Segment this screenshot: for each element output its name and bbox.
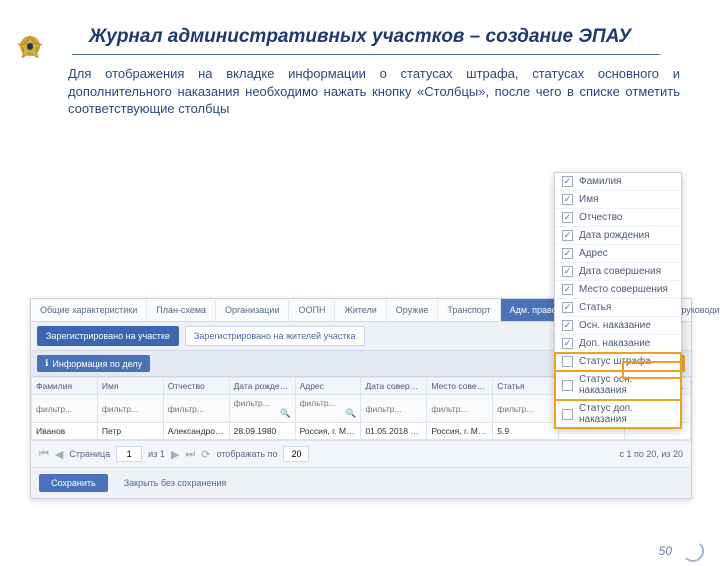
columns-menu-item[interactable]: ✓ Статья [555, 299, 681, 317]
tab-6[interactable]: Транспорт [438, 299, 500, 321]
filter-input[interactable] [102, 404, 159, 414]
footer-decor-icon [682, 540, 704, 562]
pager-of-label: из 1 [148, 449, 165, 459]
cell: Россия, г. Мос... [427, 423, 493, 440]
cell: 28.09.1980 [229, 423, 295, 440]
checkbox-icon [562, 409, 573, 420]
search-icon[interactable]: 🔍 [280, 408, 291, 419]
pager-perpage-input[interactable] [283, 446, 309, 462]
cell: Петр [97, 423, 163, 440]
subtab-0[interactable]: Зарегистрировано на участке [37, 326, 179, 346]
cell: 5.9 [493, 423, 559, 440]
pager-last-icon[interactable]: ⏭ [185, 448, 195, 461]
description-text: Для отображения на вкладке информации о … [68, 65, 680, 118]
pager-page-input[interactable] [116, 446, 142, 462]
col-header[interactable]: Отчество [163, 378, 229, 395]
columns-menu-label: Адрес [579, 248, 608, 259]
columns-menu-item[interactable]: Статус осн. наказания [555, 371, 681, 400]
columns-menu-label: Статус осн. наказания [579, 374, 674, 396]
checkbox-icon: ✓ [562, 266, 573, 277]
col-header[interactable]: Статья [493, 378, 559, 395]
action-bar: Сохранить Закрыть без сохранения [31, 467, 691, 498]
checkbox-icon: ✓ [562, 320, 573, 331]
pager-next-icon[interactable]: ▶ [171, 448, 179, 461]
info-icon: ℹ [45, 358, 48, 369]
tab-5[interactable]: Оружие [387, 299, 439, 321]
pager-page-label: Страница [69, 449, 110, 459]
col-header[interactable]: Фамилия [32, 378, 98, 395]
filter-input[interactable] [36, 404, 93, 414]
pager: ⏮ ◀ Страница из 1 ▶ ⏭ ⟳ отображать по с … [31, 440, 691, 467]
col-header[interactable]: Адрес [295, 378, 361, 395]
columns-menu-label: Статус доп. наказания [579, 403, 674, 425]
columns-menu-item[interactable]: ✓ Адрес [555, 245, 681, 263]
columns-menu-label: Статус штрафа [579, 356, 651, 367]
columns-menu-item[interactable]: ✓ Имя [555, 191, 681, 209]
columns-menu-item[interactable]: ✓ Доп. наказание [555, 335, 681, 353]
pager-info: с 1 по 20, из 20 [619, 449, 683, 459]
columns-menu-label: Имя [579, 194, 598, 205]
columns-menu-label: Отчество [579, 212, 622, 223]
columns-menu-item[interactable]: ✓ Дата рождения [555, 227, 681, 245]
cell: Иванов [32, 423, 98, 440]
checkbox-icon: ✓ [562, 284, 573, 295]
pager-first-icon[interactable]: ⏮ [39, 448, 49, 461]
columns-menu-label: Осн. наказание [579, 320, 651, 331]
checkbox-icon: ✓ [562, 302, 573, 313]
title-underline [72, 54, 660, 55]
columns-menu-item[interactable]: ✓ Фамилия [555, 173, 681, 191]
filter-input[interactable] [365, 404, 422, 414]
checkbox-icon [562, 380, 573, 391]
cell: Россия, г. Мос... [295, 423, 361, 440]
columns-menu-label: Дата совершения [579, 266, 661, 277]
tab-4[interactable]: Жители [335, 299, 386, 321]
checkbox-icon: ✓ [562, 248, 573, 259]
filter-input[interactable] [431, 404, 488, 414]
cancel-button[interactable]: Закрыть без сохранения [116, 474, 235, 492]
ru-emblem-icon [14, 32, 46, 64]
columns-menu: ✓ Фамилия ✓ Имя ✓ Отчество ✓ Дата рождения ✓ Адре… [554, 172, 682, 429]
tab-0[interactable]: Общие характеристики [31, 299, 147, 321]
tab-3[interactable]: ООПН [289, 299, 335, 321]
save-button[interactable]: Сохранить [39, 474, 108, 492]
subtab-1[interactable]: Зарегистрировано на жителей участка [185, 326, 365, 346]
pager-prev-icon[interactable]: ◀ [55, 448, 63, 461]
cell: Александрович [163, 423, 229, 440]
checkbox-icon [562, 356, 573, 367]
col-header[interactable]: Дата соверше... [361, 378, 427, 395]
columns-menu-label: Дата рождения [579, 230, 650, 241]
pager-perpage-label: отображать по [216, 449, 277, 459]
col-header[interactable]: Имя [97, 378, 163, 395]
search-icon[interactable]: 🔍 [346, 408, 357, 419]
columns-menu-item[interactable]: Статус доп. наказания [555, 400, 681, 428]
columns-menu-item[interactable]: Статус штрафа [555, 353, 681, 371]
cell: 01.05.2018 12:... [361, 423, 427, 440]
pager-refresh-icon[interactable]: ⟳ [201, 448, 210, 461]
tab-1[interactable]: План-схема [147, 299, 216, 321]
slide-number: 50 [659, 544, 672, 558]
columns-menu-label: Фамилия [579, 176, 621, 187]
filter-input[interactable] [497, 404, 554, 414]
columns-menu-label: Статья [579, 302, 611, 313]
filter-input[interactable] [168, 404, 225, 414]
columns-menu-label: Место совершения [579, 284, 668, 295]
page-title: Журнал административных участков – созда… [0, 26, 720, 48]
col-header[interactable]: Место соверш... [427, 378, 493, 395]
info-button[interactable]: ℹ Информация по делу [37, 355, 150, 372]
filter-input[interactable] [234, 398, 291, 408]
columns-menu-item[interactable]: ✓ Дата совершения [555, 263, 681, 281]
columns-menu-item[interactable]: ✓ Осн. наказание [555, 317, 681, 335]
checkbox-icon: ✓ [562, 338, 573, 349]
filter-input[interactable] [300, 398, 357, 408]
checkbox-icon: ✓ [562, 176, 573, 187]
checkbox-icon: ✓ [562, 212, 573, 223]
checkbox-icon: ✓ [562, 194, 573, 205]
columns-menu-item[interactable]: ✓ Отчество [555, 209, 681, 227]
col-header[interactable]: Дата рождения [229, 378, 295, 395]
columns-menu-label: Доп. наказание [579, 338, 650, 349]
tab-2[interactable]: Организации [216, 299, 289, 321]
info-button-label: Информация по делу [52, 359, 142, 369]
columns-menu-item[interactable]: ✓ Место совершения [555, 281, 681, 299]
checkbox-icon: ✓ [562, 230, 573, 241]
